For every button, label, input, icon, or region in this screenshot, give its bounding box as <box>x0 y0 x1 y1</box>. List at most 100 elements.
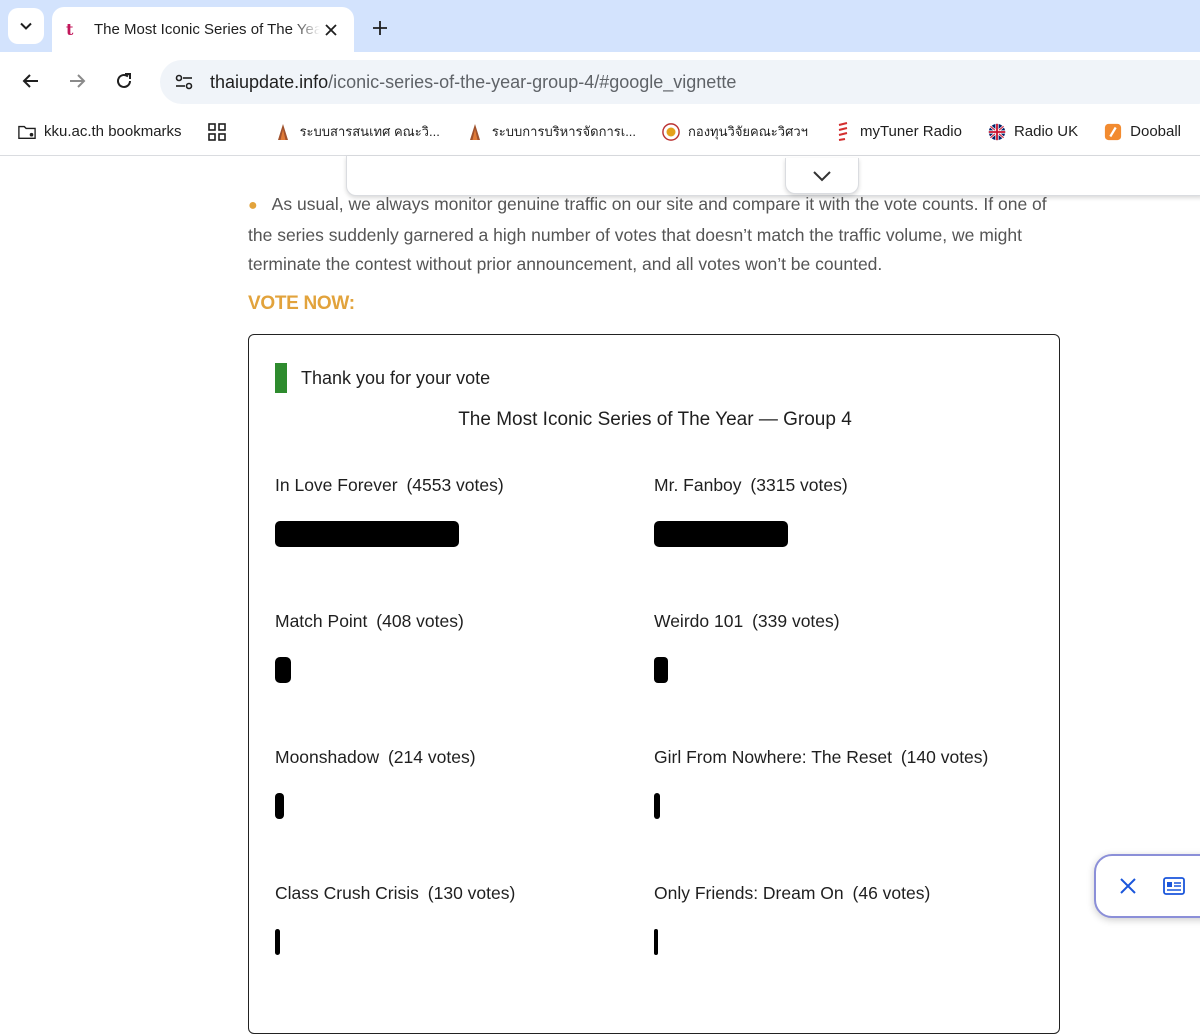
vote-now-heading: VOTE NOW: <box>248 293 355 314</box>
bookmark-info-system[interactable]: ระบบสารสนเทศ คณะวิ... <box>274 121 440 142</box>
flame-icon <box>274 123 292 141</box>
tune-icon <box>175 74 193 90</box>
result-bar-track <box>654 929 994 955</box>
result-bar-track <box>275 929 615 955</box>
site-favicon-icon: t <box>66 20 74 39</box>
result-bar <box>275 929 280 955</box>
radio-icon <box>834 121 852 141</box>
arrow-left-icon <box>22 74 38 88</box>
back-button[interactable] <box>16 66 46 96</box>
result-bar-track <box>275 793 615 819</box>
close-icon <box>1120 878 1136 894</box>
vote-count: (339 votes) <box>752 611 840 631</box>
bookmark-label: ระบบการบริหารจัดการเ... <box>491 124 637 139</box>
vote-confirmation: Thank you for your vote <box>275 363 490 393</box>
bookmark-kku-folder[interactable]: kku.ac.th bookmarks <box>18 123 182 141</box>
bookmark-label: Dooball <box>1130 123 1182 140</box>
vote-count: (140 votes) <box>900 747 989 767</box>
poll-result-item: Weirdo 101 (339 votes) <box>654 611 1014 683</box>
plus-icon <box>373 21 387 35</box>
bullet-paragraph: ● As usual, we always monitor genuine tra… <box>248 190 1068 280</box>
bookmark-mytuner-radio[interactable]: myTuner Radio <box>834 121 962 141</box>
poll-result-label: Only Friends: Dream On (46 votes) <box>654 883 1014 904</box>
series-name: Match Point <box>275 611 368 631</box>
site-info-button[interactable] <box>166 66 202 98</box>
vote-count: (4553 votes) <box>406 475 504 495</box>
floating-action-widget <box>1094 854 1200 918</box>
series-name: Girl From Nowhere: The Reset <box>654 747 892 767</box>
folder-icon <box>18 123 36 141</box>
result-bar-track <box>275 657 615 683</box>
arrow-right-icon <box>70 74 86 88</box>
bookmark-label: ระบบสารสนเทศ คณะวิ... <box>299 124 440 139</box>
series-name: Class Crush Crisis <box>275 883 419 903</box>
chevron-down-icon <box>20 22 32 30</box>
result-bar <box>275 657 291 683</box>
result-bar <box>654 521 788 547</box>
floating-close-button[interactable] <box>1114 872 1142 900</box>
bookmark-radio-uk[interactable]: Radio UK <box>988 123 1078 141</box>
forward-button[interactable] <box>62 66 92 96</box>
url-host: thaiupdate.info <box>210 71 329 92</box>
poll-result-label: In Love Forever (4553 votes) <box>275 475 635 496</box>
result-bar-track <box>654 657 994 683</box>
result-bar <box>654 793 660 819</box>
browser-tab[interactable]: t The Most Iconic Series of The Year — G… <box>52 7 354 52</box>
bookmark-label: kku.ac.th bookmarks <box>44 123 182 140</box>
result-bar <box>275 793 284 819</box>
apps-grid-icon <box>207 122 226 141</box>
address-bar[interactable]: thaiupdate.info/iconic-series-of-the-yea… <box>160 60 1200 104</box>
bookmark-label: กองทุนวิจัยคณะวิศวฯ <box>688 124 808 139</box>
bookmark-label: myTuner Radio <box>859 123 962 140</box>
flame-icon <box>466 123 484 141</box>
bookmark-management-system[interactable]: ระบบการบริหารจัดการเ... <box>466 121 636 142</box>
expand-panel-button[interactable] <box>785 158 859 194</box>
vote-count: (3315 votes) <box>750 475 848 495</box>
reader-mode-button[interactable] <box>1160 872 1188 900</box>
bookmarks-bar: kku.ac.th bookmarks ระบบสารสนเทศ คณะวิ..… <box>0 108 1200 156</box>
poll-result-label: Match Point (408 votes) <box>275 611 635 632</box>
poll-result-item: Mr. Fanboy (3315 votes) <box>654 475 1014 547</box>
bookmark-dooball[interactable]: Dooball <box>1104 123 1181 141</box>
chevron-down-icon <box>813 170 831 181</box>
bookmark-research-fund[interactable]: กองทุนวิจัยคณะวิศวฯ <box>662 121 808 142</box>
vote-count: (408 votes) <box>376 611 464 631</box>
series-name: Moonshadow <box>275 747 380 767</box>
result-bar <box>275 521 459 547</box>
success-indicator <box>275 363 287 393</box>
result-bar-track <box>654 521 994 547</box>
browser-toolbar: thaiupdate.info/iconic-series-of-the-yea… <box>0 52 1200 108</box>
result-bar <box>654 929 658 955</box>
confirmation-text: Thank you for your vote <box>301 367 491 388</box>
tab-close-button[interactable] <box>320 19 342 41</box>
bullet-dot-icon: ● <box>248 197 258 214</box>
poll-result-label: Mr. Fanboy (3315 votes) <box>654 475 1014 496</box>
poll-result-label: Class Crush Crisis (130 votes) <box>275 883 635 904</box>
bookmark-apps[interactable] <box>207 122 234 141</box>
url-path: /iconic-series-of-the-year-group-4/#goog… <box>328 71 737 92</box>
result-bar-track <box>654 793 994 819</box>
reload-button[interactable] <box>109 66 139 96</box>
reload-icon <box>117 73 131 88</box>
seal-icon <box>662 122 680 141</box>
reader-mode-icon <box>1163 877 1185 895</box>
uk-flag-icon <box>988 123 1006 141</box>
poll-title: The Most Iconic Series of The Year — Gro… <box>458 409 852 430</box>
result-bar <box>654 657 668 683</box>
poll-result-item: Class Crush Crisis (130 votes) <box>275 883 635 955</box>
poll-result-item: In Love Forever (4553 votes) <box>275 475 635 547</box>
vote-count: (46 votes) <box>852 883 931 903</box>
vote-count: (214 votes) <box>387 747 476 767</box>
url-text: thaiupdate.info/iconic-series-of-the-yea… <box>210 72 736 93</box>
poll-result-item: Moonshadow (214 votes) <box>275 747 635 819</box>
series-name: In Love Forever <box>275 475 398 495</box>
poll-result-item: Match Point (408 votes) <box>275 611 635 683</box>
new-tab-button[interactable] <box>366 14 394 42</box>
bullet-text: As usual, we always monitor genuine traf… <box>248 194 1047 274</box>
bookmark-label: Radio UK <box>1013 123 1079 140</box>
poll-result-label: Weirdo 101 (339 votes) <box>654 611 1014 632</box>
poll-result-item: Only Friends: Dream On (46 votes) <box>654 883 1014 955</box>
tab-title: The Most Iconic Series of The Year — Gro… <box>94 21 320 38</box>
tab-search-button[interactable] <box>8 8 44 44</box>
poll-result-label: Girl From Nowhere: The Reset (140 votes) <box>654 747 1014 768</box>
